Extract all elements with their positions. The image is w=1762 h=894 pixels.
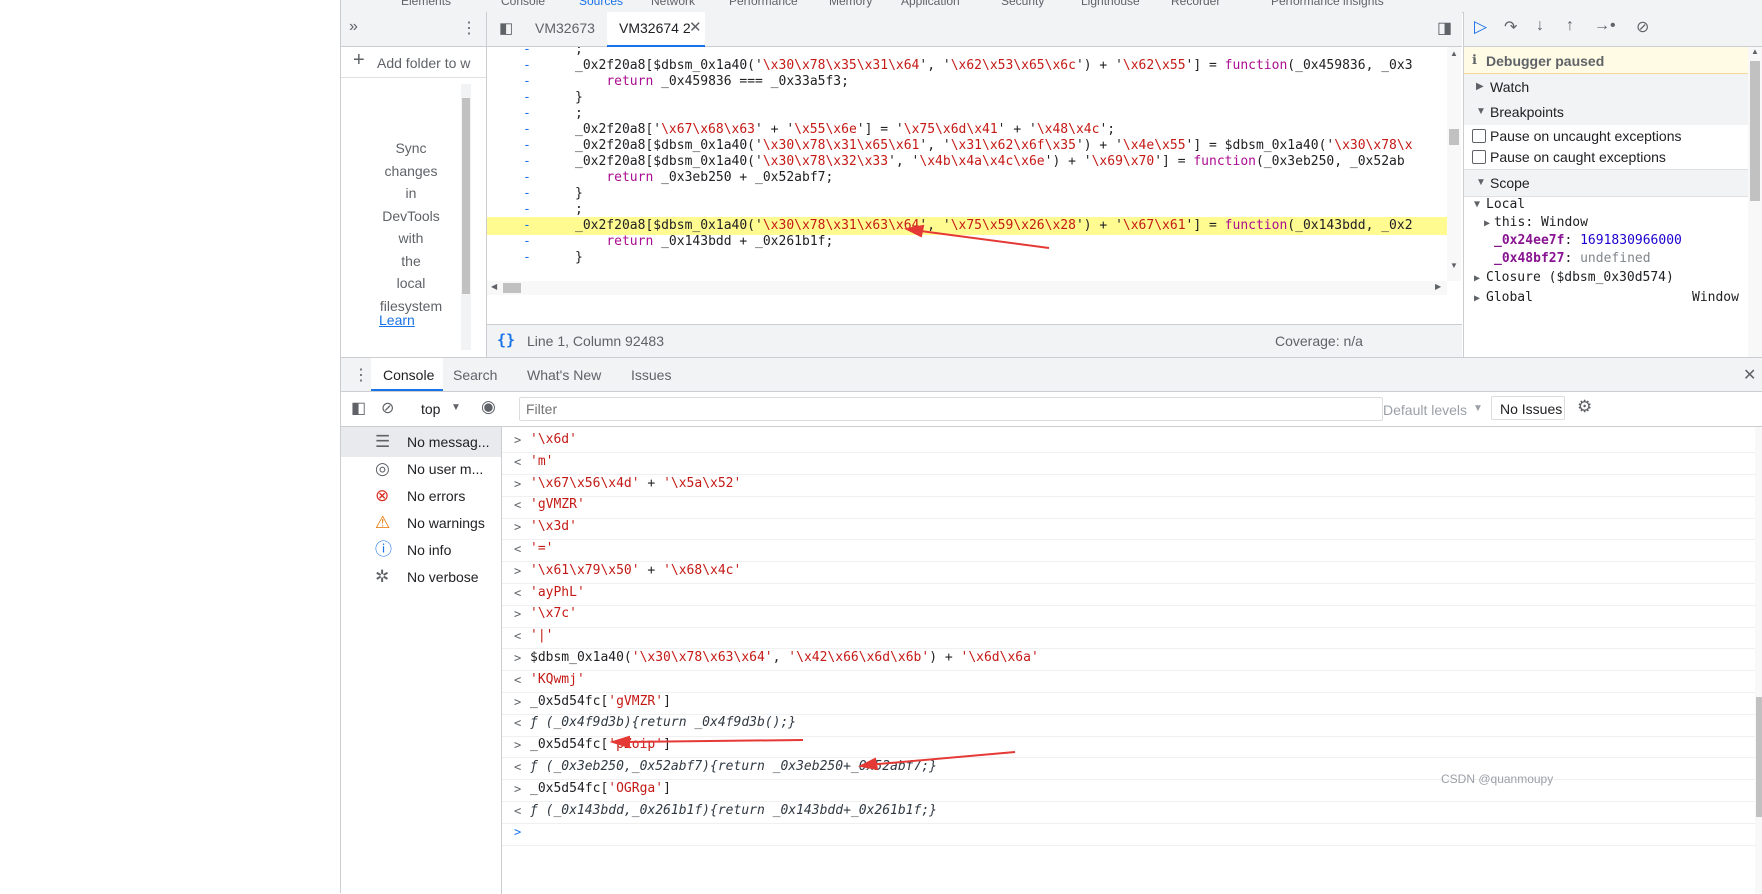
arrowhead [903,224,925,238]
devtools-window: Elements Console Sources Network Perform… [340,0,1762,894]
arrowhead [609,735,630,749]
arrow-line [618,739,804,743]
arrow-line [912,229,1050,249]
arrow-line [866,751,1016,766]
arrowhead [857,757,879,771]
watermark: CSDN @quanmoupy [1441,772,1554,786]
annotation-arrows [609,224,1050,771]
